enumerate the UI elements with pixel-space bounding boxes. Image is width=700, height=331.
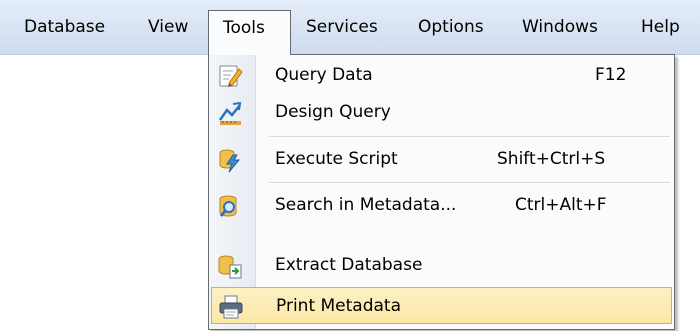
menu-help-label: Help <box>641 17 680 37</box>
menu-separator <box>269 182 670 184</box>
menu-help[interactable]: Help <box>641 10 680 44</box>
menu-item-extract-database[interactable]: Extract Database <box>211 247 672 284</box>
menu-item-print-metadata[interactable]: Print Metadata <box>211 287 672 324</box>
design-query-icon <box>218 101 242 125</box>
menu-item-label: Design Query <box>275 102 391 122</box>
menu-item-label: Query Data <box>275 65 373 85</box>
menu-database[interactable]: Database <box>24 10 105 44</box>
menu-item-design-query[interactable]: Design Query <box>211 94 672 131</box>
menu-windows[interactable]: Windows <box>522 10 598 44</box>
menu-bar: Database View Tools Services Options Win… <box>0 0 700 55</box>
menu-item-shortcut: Ctrl+Alt+F <box>515 195 607 215</box>
menu-item-shortcut: Shift+Ctrl+S <box>497 149 606 169</box>
menu-view-label: View <box>148 17 189 37</box>
menu-tools[interactable]: Tools <box>208 10 291 55</box>
menu-windows-label: Windows <box>522 17 598 37</box>
menu-services[interactable]: Services <box>306 10 378 44</box>
menu-item-search-in-metadata[interactable]: Search in Metadata... Ctrl+Alt+F <box>211 187 672 224</box>
menu-item-label: Execute Script <box>275 149 398 169</box>
print-metadata-icon <box>219 295 243 319</box>
menu-database-label: Database <box>24 17 106 37</box>
menu-item-query-data[interactable]: Query Data F12 <box>211 57 672 94</box>
menu-options-label: Options <box>418 17 484 37</box>
extract-database-icon <box>218 255 242 279</box>
menu-item-label: Print Metadata <box>276 296 402 316</box>
menu-options[interactable]: Options <box>418 10 484 44</box>
menu-view[interactable]: View <box>148 10 188 44</box>
menu-item-label: Extract Database <box>275 255 423 275</box>
menu-item-label: Search in Metadata... <box>275 195 457 215</box>
menu-tools-label: Tools <box>223 18 265 38</box>
tools-dropdown-menu: Query Data F12 Design Query Execute Scri… <box>208 54 675 330</box>
menu-item-shortcut: F12 <box>595 65 627 85</box>
query-data-icon <box>219 65 243 87</box>
menu-item-execute-script[interactable]: Execute Script Shift+Ctrl+S <box>211 141 672 178</box>
menu-separator <box>269 136 670 138</box>
menu-services-label: Services <box>306 17 378 37</box>
execute-script-icon <box>219 149 241 173</box>
search-metadata-icon <box>219 195 237 217</box>
